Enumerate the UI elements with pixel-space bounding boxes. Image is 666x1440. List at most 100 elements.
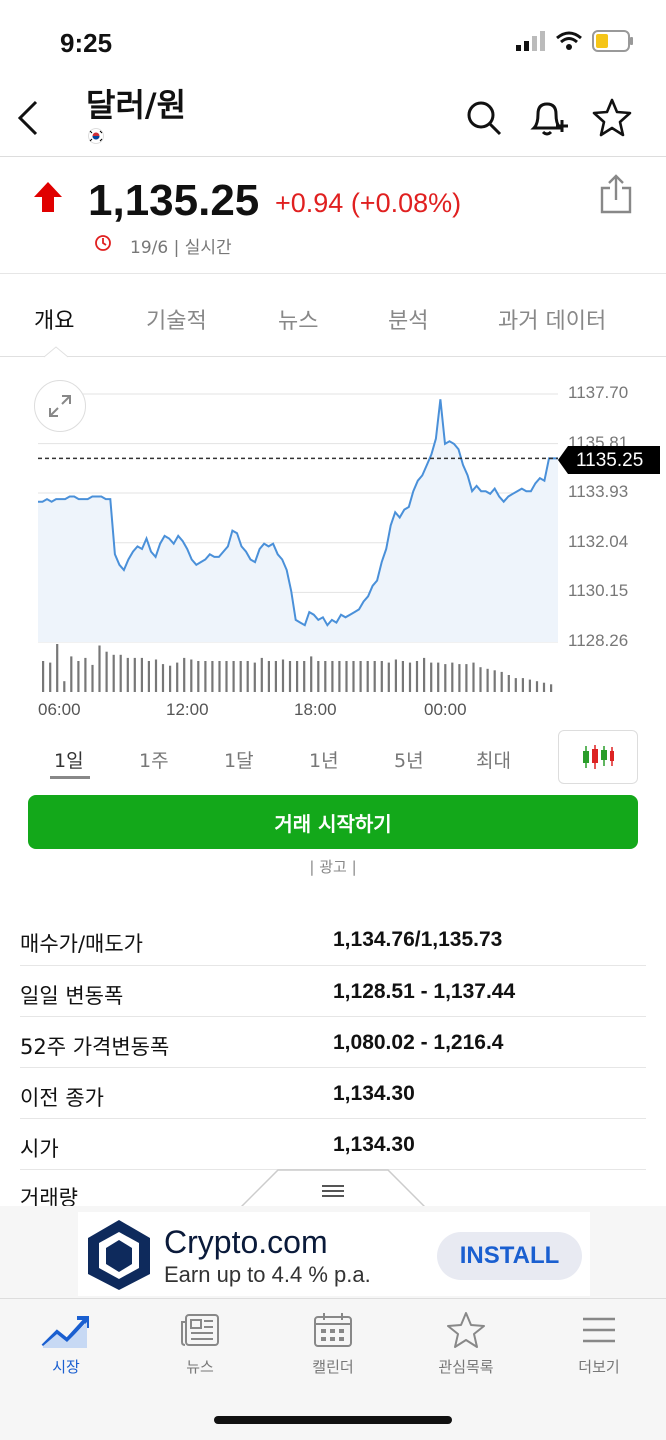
status-icons <box>516 30 634 52</box>
install-button[interactable]: INSTALL <box>437 1232 582 1280</box>
x-tick-label: 06:00 <box>38 700 81 719</box>
back-button[interactable] <box>10 96 46 140</box>
volume-bar <box>183 657 186 692</box>
volume-bar <box>140 657 143 692</box>
share-icon[interactable] <box>598 174 634 214</box>
stat-label: 매수가/매도가 <box>20 932 143 956</box>
volume-bar <box>56 644 59 692</box>
quote-time: 19/6 | 실시간 <box>130 238 232 258</box>
menu-icon <box>583 1317 615 1343</box>
alert-add-icon[interactable] <box>526 96 570 140</box>
volume-bar <box>444 664 447 692</box>
volume-bar <box>500 671 503 692</box>
volume-bar <box>338 661 341 692</box>
period-1d[interactable]: 1일 <box>54 746 84 773</box>
volume-bar <box>253 662 256 692</box>
tabs-divider <box>0 356 666 357</box>
tab-overview[interactable]: 개요 <box>34 303 74 335</box>
drawer-handle[interactable] <box>240 1168 426 1208</box>
nav-label: 관심목록 <box>438 1358 494 1376</box>
row-divider <box>20 1118 646 1119</box>
home-indicator <box>214 1416 452 1424</box>
stat-label: 52주 가격변동폭 <box>20 1035 170 1059</box>
ad-brand: Crypto.com <box>164 1224 328 1260</box>
x-tick-label: 12:00 <box>166 700 209 719</box>
volume-bar <box>317 661 320 692</box>
volume-bar <box>507 675 510 692</box>
volume-bar <box>324 661 327 692</box>
volume-bar <box>232 661 235 692</box>
volume-bar <box>225 661 228 692</box>
volume-bar <box>521 678 524 692</box>
volume-bar <box>70 656 73 692</box>
period-max[interactable]: 최대 <box>476 746 511 773</box>
nav-calendar[interactable]: 캘린더 <box>283 1312 383 1377</box>
status-time: 9:25 <box>60 28 113 58</box>
expand-chart-button[interactable] <box>34 380 86 432</box>
volume-bar <box>91 664 94 692</box>
price-chart[interactable] <box>0 360 666 730</box>
tab-technical[interactable]: 기술적 <box>146 303 207 335</box>
volume-bar <box>169 665 172 692</box>
watchlist-star-icon[interactable] <box>590 96 634 140</box>
nav-watchlist[interactable]: 관심목록 <box>416 1312 516 1377</box>
volume-bar <box>345 661 348 692</box>
volume-bar <box>246 661 249 692</box>
nav-markets[interactable]: 시장 <box>16 1312 116 1377</box>
volume-bar <box>387 662 390 692</box>
period-1m[interactable]: 1달 <box>224 746 254 773</box>
period-1w[interactable]: 1주 <box>139 746 169 773</box>
volume-bar <box>535 681 539 692</box>
period-1y[interactable]: 1년 <box>309 746 339 773</box>
volume-bar <box>190 659 193 692</box>
volume-bar <box>84 657 87 692</box>
x-tick-label: 18:00 <box>294 700 337 719</box>
stat-label: 일일 변동폭 <box>20 984 124 1008</box>
volume-bar <box>161 664 165 692</box>
volume-bar <box>260 657 263 692</box>
volume-bar <box>352 661 355 692</box>
ad-subtitle: Earn up to 4.4 % p.a. <box>164 1262 371 1287</box>
period-5y[interactable]: 5년 <box>394 746 424 773</box>
nav-more[interactable]: 더보기 <box>549 1312 649 1377</box>
stat-value: 1,134.30 <box>333 1133 415 1156</box>
y-tick-label: 1137.70 <box>568 383 629 402</box>
x-tick-label: 00:00 <box>424 700 467 719</box>
tab-analysis[interactable]: 분석 <box>388 303 428 335</box>
signal-icon <box>516 31 545 51</box>
row-divider <box>20 1016 646 1017</box>
volume-bar <box>211 661 214 692</box>
volume-bar <box>550 684 553 692</box>
y-tick-label: 1133.93 <box>568 482 629 502</box>
period-active-underline <box>50 776 90 779</box>
volume-bar <box>423 657 426 692</box>
nav-news[interactable]: 뉴스 <box>150 1312 250 1377</box>
volume-bar <box>267 661 270 692</box>
realtime-label: 실시간 <box>184 238 232 258</box>
active-tab-caret <box>44 346 68 358</box>
ad-label: | 광고 | <box>309 858 357 876</box>
volume-bar <box>310 656 313 692</box>
volume-bar <box>366 661 369 692</box>
search-icon[interactable] <box>462 96 506 140</box>
volume-bar <box>465 664 468 692</box>
volume-bar <box>239 661 242 692</box>
volume-bar <box>415 661 419 692</box>
volume-bar <box>288 661 292 692</box>
start-trading-button[interactable]: 거래 시작하기 <box>28 795 638 849</box>
header-divider <box>0 156 666 157</box>
volume-bar <box>303 661 306 692</box>
crypto-com-logo-icon <box>88 1220 150 1290</box>
korea-flag-icon <box>88 128 104 144</box>
volume-bar <box>112 654 115 692</box>
volume-bar <box>204 661 207 692</box>
tab-historical-data[interactable]: 과거 데이터 <box>498 303 606 335</box>
page-title: 달러/원 <box>86 86 187 124</box>
stat-label: 시가 <box>20 1137 59 1161</box>
volume-bar <box>281 659 285 692</box>
wifi-icon <box>556 31 582 50</box>
candlestick-toggle-button[interactable] <box>558 730 638 784</box>
volume-bar <box>98 645 101 692</box>
tab-news[interactable]: 뉴스 <box>278 303 318 335</box>
volume-bar <box>274 661 277 692</box>
